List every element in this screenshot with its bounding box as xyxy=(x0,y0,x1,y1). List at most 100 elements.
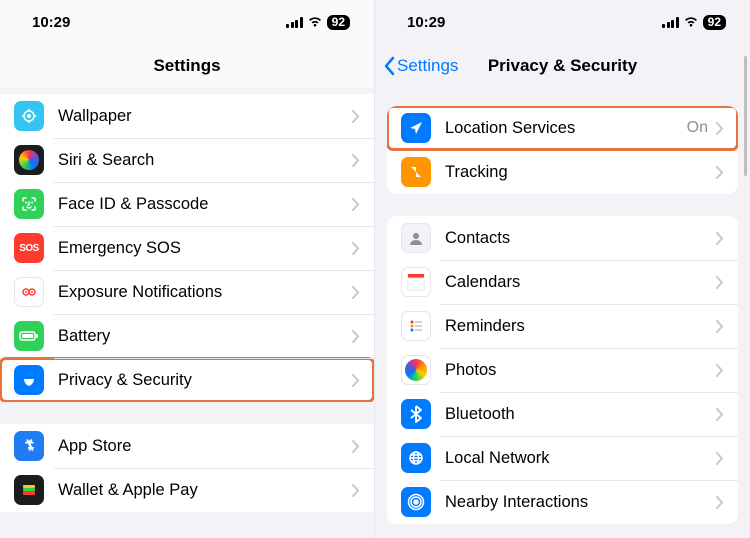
chevron-right-icon xyxy=(352,198,360,211)
row-label: Exposure Notifications xyxy=(58,283,352,302)
chevron-right-icon xyxy=(716,166,724,179)
settings-screen: 10:29 92 Settings Wallpaper xyxy=(0,0,375,538)
page-title: Privacy & Security xyxy=(488,56,637,76)
appstore-icon xyxy=(14,431,44,461)
cellular-icon xyxy=(286,17,303,28)
settings-list: Wallpaper Siri & Search Face ID & Passco… xyxy=(0,88,374,534)
wallet-row[interactable]: Wallet & Apple Pay xyxy=(0,468,374,512)
row-label: Emergency SOS xyxy=(58,239,352,258)
tracking-row[interactable]: Tracking xyxy=(387,150,738,194)
row-label: Local Network xyxy=(445,449,716,468)
siri-row[interactable]: Siri & Search xyxy=(0,138,374,182)
page-title: Settings xyxy=(153,56,220,76)
network-icon xyxy=(401,443,431,473)
chevron-right-icon xyxy=(716,364,724,377)
siri-icon xyxy=(14,145,44,175)
status-bar: 10:29 92 xyxy=(0,0,374,44)
battery-badge: 92 xyxy=(703,15,726,30)
location-services-row[interactable]: Location Services On xyxy=(387,106,738,150)
row-label: Reminders xyxy=(445,317,716,336)
privacy-group-location: Location Services On Tracking xyxy=(387,106,738,194)
privacy-icon xyxy=(14,365,44,395)
reminders-icon xyxy=(401,311,431,341)
chevron-right-icon xyxy=(352,154,360,167)
privacy-group-data: Contacts Calendars Reminders xyxy=(387,216,738,524)
row-label: Battery xyxy=(58,327,352,346)
faceid-row[interactable]: Face ID & Passcode xyxy=(0,182,374,226)
row-label: Location Services xyxy=(445,119,687,138)
faceid-icon xyxy=(14,189,44,219)
settings-group-store: App Store Wallet & Apple Pay xyxy=(0,424,374,512)
appstore-row[interactable]: App Store xyxy=(0,424,374,468)
privacy-list: Location Services On Tracking Contacts xyxy=(375,88,750,538)
row-label: Calendars xyxy=(445,273,716,292)
tracking-icon xyxy=(401,157,431,187)
sos-row[interactable]: SOS Emergency SOS xyxy=(0,226,374,270)
status-indicators: 92 xyxy=(286,15,350,30)
wifi-icon xyxy=(307,16,323,28)
chevron-right-icon xyxy=(716,496,724,509)
wifi-icon xyxy=(683,16,699,28)
photos-row[interactable]: Photos xyxy=(387,348,738,392)
row-label: Siri & Search xyxy=(58,151,352,170)
chevron-right-icon xyxy=(352,330,360,343)
photos-icon xyxy=(401,355,431,385)
chevron-right-icon xyxy=(716,232,724,245)
chevron-right-icon xyxy=(352,110,360,123)
chevron-right-icon xyxy=(716,452,724,465)
chevron-right-icon xyxy=(716,408,724,421)
row-label: Privacy & Security xyxy=(58,371,352,390)
nearby-icon xyxy=(401,487,431,517)
wallpaper-icon xyxy=(14,101,44,131)
settings-group-general: Wallpaper Siri & Search Face ID & Passco… xyxy=(0,94,374,402)
calendar-icon xyxy=(401,267,431,297)
battery-row[interactable]: Battery xyxy=(0,314,374,358)
chevron-right-icon xyxy=(716,320,724,333)
chevron-right-icon xyxy=(716,122,724,135)
back-button[interactable]: Settings xyxy=(383,44,458,88)
nearby-row[interactable]: Nearby Interactions xyxy=(387,480,738,524)
status-time: 10:29 xyxy=(407,14,445,31)
bluetooth-icon xyxy=(401,399,431,429)
localnetwork-row[interactable]: Local Network xyxy=(387,436,738,480)
exposure-icon xyxy=(14,277,44,307)
row-label: Tracking xyxy=(445,163,716,182)
row-label: Nearby Interactions xyxy=(445,493,716,512)
privacy-screen: 10:29 92 Settings Privacy & Security Loc… xyxy=(375,0,750,538)
status-indicators: 92 xyxy=(662,15,726,30)
contacts-icon xyxy=(401,223,431,253)
contacts-row[interactable]: Contacts xyxy=(387,216,738,260)
row-label: Wallpaper xyxy=(58,107,352,126)
row-label: Bluetooth xyxy=(445,405,716,424)
row-label: Wallet & Apple Pay xyxy=(58,481,352,500)
nav-bar: Settings xyxy=(0,44,374,88)
chevron-right-icon xyxy=(716,276,724,289)
row-label: Face ID & Passcode xyxy=(58,195,352,214)
wallpaper-row[interactable]: Wallpaper xyxy=(0,94,374,138)
nav-bar: Settings Privacy & Security xyxy=(375,44,750,88)
privacy-row[interactable]: Privacy & Security xyxy=(0,358,374,402)
calendars-row[interactable]: Calendars xyxy=(387,260,738,304)
row-label: Contacts xyxy=(445,229,716,248)
row-detail: On xyxy=(687,119,708,137)
scrollbar[interactable] xyxy=(744,56,747,176)
back-label: Settings xyxy=(397,56,458,76)
status-time: 10:29 xyxy=(32,14,70,31)
reminders-row[interactable]: Reminders xyxy=(387,304,738,348)
sos-icon: SOS xyxy=(14,233,44,263)
status-bar: 10:29 92 xyxy=(375,0,750,44)
wallet-icon xyxy=(14,475,44,505)
chevron-right-icon xyxy=(352,242,360,255)
exposure-row[interactable]: Exposure Notifications xyxy=(0,270,374,314)
bluetooth-row[interactable]: Bluetooth xyxy=(387,392,738,436)
chevron-right-icon xyxy=(352,484,360,497)
cellular-icon xyxy=(662,17,679,28)
row-label: Photos xyxy=(445,361,716,380)
chevron-right-icon xyxy=(352,374,360,387)
battery-icon xyxy=(14,321,44,351)
row-label: App Store xyxy=(58,437,352,456)
chevron-right-icon xyxy=(352,440,360,453)
chevron-right-icon xyxy=(352,286,360,299)
location-icon xyxy=(401,113,431,143)
battery-badge: 92 xyxy=(327,15,350,30)
